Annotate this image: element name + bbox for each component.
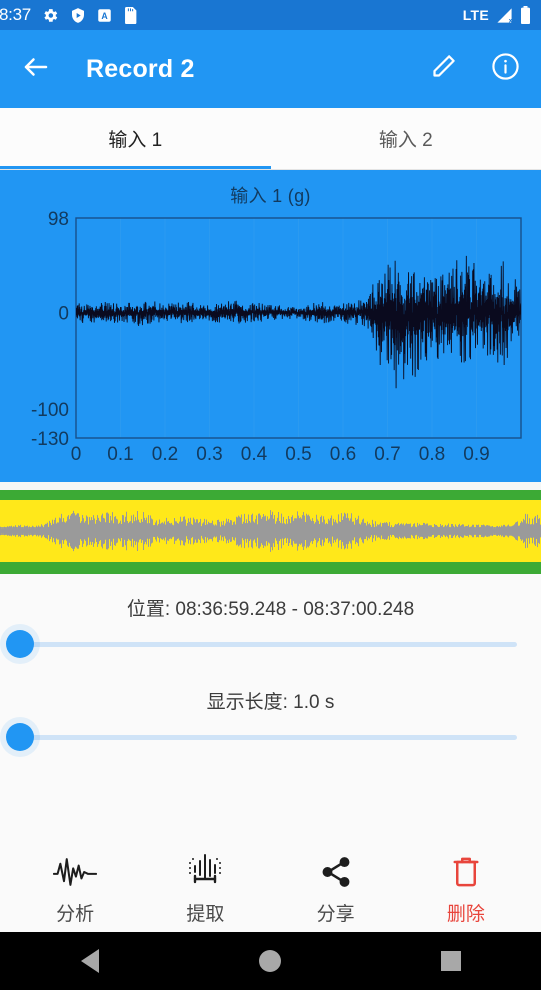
tab-label: 输入 2 [378, 130, 433, 151]
back-button[interactable] [16, 49, 56, 89]
tab-input-2[interactable]: 输入 2 [271, 108, 541, 169]
sd-card-icon [123, 6, 137, 24]
app-root: 8:37 A LTE x Record 2 输入 1 输入 2 输入 1 (g)… [0, 0, 541, 990]
extract-icon [185, 847, 225, 889]
nav-recents-button[interactable] [421, 932, 481, 990]
battery-icon [520, 6, 531, 24]
y-tick-label: -100 [31, 400, 69, 421]
edit-button[interactable] [423, 49, 463, 89]
x-tick-label: 0.3 [196, 444, 222, 465]
status-clock: 8:37 [0, 5, 31, 24]
y-tick-label: 98 [48, 209, 69, 230]
overview-gap [0, 482, 541, 490]
position-label: 位置: 08:36:59.248 - 08:37:00.248 [126, 599, 415, 620]
signal-chart-panel[interactable]: 输入 1 (g) 98 0 -100 -130 0 0.1 0.2 0.3 0.4 0.5 0.6 0… [0, 170, 541, 482]
input-tabs: 输入 1 输入 2 [0, 108, 541, 170]
y-tick-label: -130 [31, 429, 69, 450]
display-length-slider[interactable] [0, 714, 541, 760]
signal-no-data-icon: x [495, 7, 514, 24]
position-slider[interactable] [0, 621, 541, 667]
nav-home-button[interactable] [240, 932, 300, 990]
chart-canvas: 980-100-1300 0.1 0.2 0.3 0.4 0.5 0.6 0.7 0.8 0.9 [31, 209, 522, 465]
display-length-control: 显示长度: 1.0 s [0, 667, 541, 760]
extract-button[interactable]: 提取 [140, 847, 270, 926]
y-tick-label: 0 [58, 304, 69, 325]
action-label: 删除 [446, 904, 485, 925]
share-icon [318, 847, 354, 889]
tab-input-1[interactable]: 输入 1 [0, 108, 271, 169]
status-bar: 8:37 A LTE x [0, 0, 541, 30]
nav-back-button[interactable] [60, 932, 120, 990]
x-tick-label: 0.2 [152, 444, 178, 465]
status-bar-right: LTE x [463, 6, 535, 24]
x-tick-label: 0.4 [241, 444, 268, 465]
gear-icon [42, 7, 59, 24]
overview-waveform[interactable] [0, 490, 541, 574]
network-type-label: LTE [462, 7, 489, 23]
action-label: 分析 [56, 904, 95, 925]
x-tick-label: 0.9 [463, 444, 489, 465]
page-title: Record 2 [86, 54, 195, 83]
chart-plot-area: 98 0 -100 -130 0 0.1 0.2 0.3 0.4 0.5 0.6 0.7 0.8 0.9 [0, 170, 541, 482]
x-tick-label: 0.5 [285, 444, 311, 465]
nav-home-icon [259, 950, 282, 972]
x-tick-label: 0.1 [107, 444, 133, 465]
display-length-slider-thumb[interactable] [6, 723, 34, 751]
trash-icon [451, 847, 481, 889]
svg-text:A: A [101, 10, 108, 20]
tab-label: 输入 1 [108, 130, 163, 151]
x-tick-label: 0.7 [374, 444, 400, 465]
info-circle-icon [491, 52, 520, 86]
app-bar: Record 2 [0, 30, 541, 108]
arrow-left-icon [21, 52, 51, 87]
x-tick-label: 0.6 [330, 444, 356, 465]
analyze-button[interactable]: 分析 [10, 847, 140, 926]
shield-play-icon [70, 7, 86, 24]
overview-canvas [0, 510, 541, 552]
action-label: 提取 [186, 904, 225, 925]
x-tick-label: 0.8 [419, 444, 445, 465]
status-bar-left: 8:37 A [0, 5, 137, 25]
position-slider-thumb[interactable] [6, 630, 34, 658]
action-label: 分享 [316, 904, 355, 925]
delete-button[interactable]: 删除 [401, 847, 531, 926]
info-button[interactable] [485, 49, 525, 89]
nav-recents-icon [440, 951, 461, 971]
x-tick-label: 0 [71, 444, 82, 465]
svg-text:x: x [509, 17, 513, 23]
position-control: 位置: 08:36:59.248 - 08:37:00.248 [0, 574, 541, 667]
a-box-icon: A [97, 8, 112, 23]
action-bar: 分析 提取 分享 删除 [0, 847, 541, 932]
waveform-icon [53, 847, 98, 889]
share-button[interactable]: 分享 [271, 847, 401, 926]
pencil-icon [430, 53, 457, 85]
display-length-slider-track[interactable] [24, 734, 517, 740]
nav-back-icon [81, 949, 100, 973]
android-nav-bar [0, 932, 541, 990]
position-slider-track[interactable] [24, 641, 517, 647]
display-length-label: 显示长度: 1.0 s [206, 692, 335, 713]
